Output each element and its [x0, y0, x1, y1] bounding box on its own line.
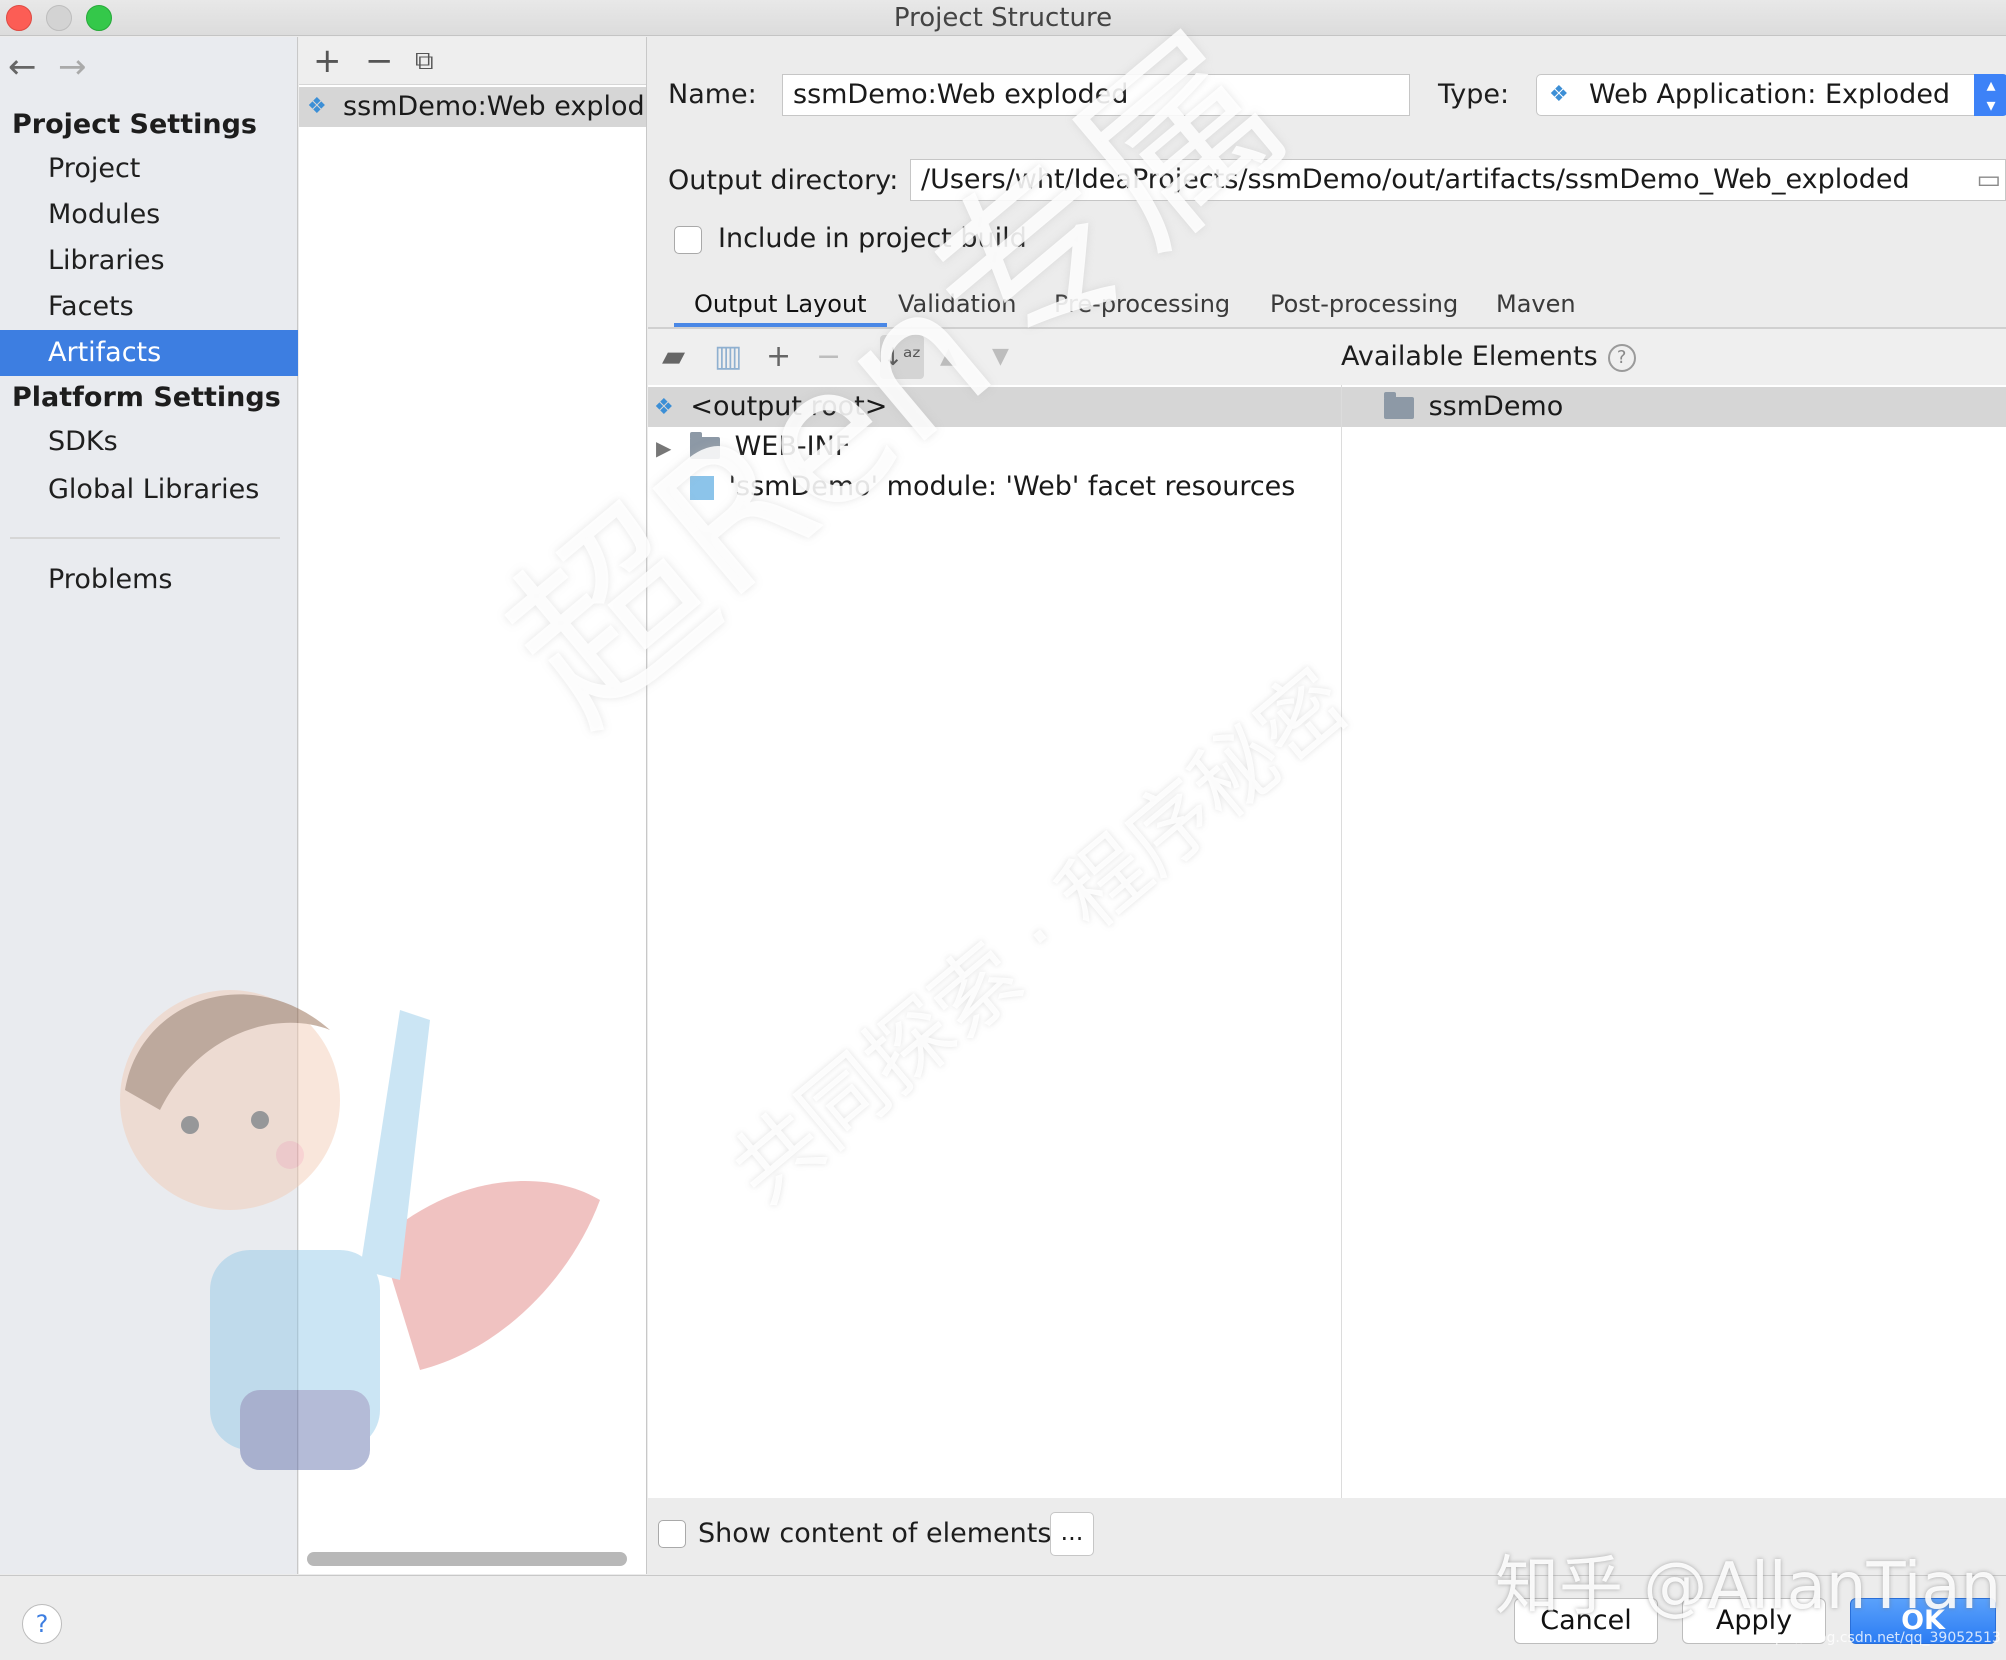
- artifact-list-panel: + − ⧉ ❖ ssmDemo:Web exploded: [299, 37, 647, 1574]
- settings-nav: ← → Project Settings Project Modules Lib…: [0, 37, 298, 1574]
- ok-button[interactable]: OK: [1850, 1598, 1996, 1644]
- nav-item-project[interactable]: Project: [0, 146, 298, 192]
- nav-item-artifacts[interactable]: Artifacts: [0, 330, 298, 376]
- tab-post-processing[interactable]: Post-processing: [1250, 281, 1478, 327]
- show-content-checkbox[interactable]: [658, 1520, 686, 1548]
- nav-item-problems[interactable]: Problems: [0, 557, 298, 603]
- project-settings-header: Project Settings: [12, 109, 257, 140]
- web-facet-icon: [690, 475, 714, 500]
- help-button[interactable]: ?: [22, 1604, 62, 1644]
- sort-alphabetically-icon[interactable]: ↓ᵃᶻ: [880, 335, 924, 379]
- show-content-options-button[interactable]: ...: [1050, 1512, 1094, 1556]
- horizontal-scrollbar[interactable]: [307, 1552, 627, 1566]
- folder-browse-icon[interactable]: ▭: [1976, 160, 2001, 200]
- nav-item-facets[interactable]: Facets: [0, 284, 298, 330]
- include-in-build-checkbox[interactable]: [674, 226, 702, 254]
- platform-settings-header: Platform Settings: [12, 382, 281, 413]
- nav-divider: [10, 537, 280, 539]
- nav-item-global-libraries[interactable]: Global Libraries: [0, 467, 298, 513]
- tree-row-facet-resources[interactable]: 'ssmDemo' module: 'Web' facet resources: [648, 467, 1341, 507]
- artifact-list-item[interactable]: ❖ ssmDemo:Web exploded: [299, 87, 646, 127]
- window-title: Project Structure: [893, 3, 1113, 33]
- output-directory-field[interactable]: /Users/wht/IdeaProjects/ssmDemo/out/arti…: [910, 159, 2006, 201]
- name-field[interactable]: ssmDemo:Web exploded: [782, 74, 1410, 116]
- layout-options-bar: Show content of elements ...: [648, 1498, 2006, 1574]
- artifact-list-item-label: ssmDemo:Web exploded: [343, 91, 646, 122]
- add-element-icon[interactable]: +: [766, 335, 791, 379]
- title-bar: Project Structure: [0, 0, 2006, 36]
- move-up-icon[interactable]: ▲: [940, 335, 957, 379]
- output-directory-value: /Users/wht/IdeaProjects/ssmDemo/out/arti…: [921, 164, 1910, 195]
- apply-button[interactable]: Apply: [1682, 1598, 1826, 1644]
- type-select-value: Web Application: Exploded: [1589, 79, 1951, 110]
- web-artifact-icon: ❖: [307, 94, 327, 119]
- arrow-right-icon[interactable]: →: [58, 47, 87, 87]
- dialog-footer: ? Cancel Apply OK: [0, 1575, 2006, 1660]
- artifact-editor: Name: ssmDemo:Web exploded Type: ❖ Web A…: [648, 37, 2006, 1574]
- tree-row-label: WEB-INF: [734, 431, 851, 462]
- output-directory-label: Output directory:: [668, 165, 899, 196]
- available-item-label: ssmDemo: [1428, 391, 1564, 422]
- folder-icon: [689, 431, 720, 459]
- nav-item-sdks[interactable]: SDKs: [0, 419, 298, 465]
- available-elements-header: Available Elements?: [1341, 329, 2006, 385]
- help-icon[interactable]: ?: [1607, 343, 1636, 372]
- new-directory-icon[interactable]: ▰: [662, 335, 685, 379]
- artifact-list-toolbar: + − ⧉: [299, 37, 646, 85]
- web-artifact-icon: ❖: [1549, 82, 1569, 107]
- show-content-label: Show content of elements: [698, 1518, 1052, 1549]
- type-label: Type:: [1438, 79, 1510, 110]
- tab-validation[interactable]: Validation: [878, 281, 1037, 327]
- name-label: Name:: [668, 79, 757, 110]
- chevron-updown-icon: ▴ ▾: [1974, 74, 2006, 116]
- archive-icon[interactable]: ▥: [714, 335, 742, 379]
- module-folder-icon: [1384, 391, 1414, 419]
- remove-element-icon[interactable]: −: [816, 335, 841, 379]
- layout-splitter[interactable]: [1341, 385, 1342, 1499]
- nav-item-modules[interactable]: Modules: [0, 192, 298, 238]
- tree-row-label: 'ssmDemo' module: 'Web' facet resources: [728, 471, 1296, 502]
- tree-row-label: <output root>: [690, 391, 888, 422]
- add-artifact-button[interactable]: +: [313, 41, 342, 81]
- tab-pre-processing[interactable]: Pre-processing: [1034, 281, 1250, 327]
- tab-maven[interactable]: Maven: [1476, 281, 1596, 327]
- arrow-left-icon[interactable]: ←: [8, 47, 37, 87]
- tab-output-layout[interactable]: Output Layout: [674, 281, 887, 327]
- expand-arrow-icon[interactable]: ▶: [656, 436, 671, 460]
- move-down-icon[interactable]: ▼: [992, 335, 1009, 379]
- copy-icon[interactable]: ⧉: [415, 41, 434, 81]
- type-select[interactable]: ❖ Web Application: Exploded ▴ ▾: [1536, 74, 2006, 116]
- remove-artifact-button[interactable]: −: [365, 41, 394, 81]
- artifact-diamond-icon: ❖: [654, 394, 674, 420]
- tree-row-output-root[interactable]: ❖ <output root>: [648, 387, 1341, 427]
- available-item-ssmdemo[interactable]: ssmDemo: [1342, 387, 2006, 427]
- include-in-build-label: Include in project build: [718, 223, 1027, 254]
- available-elements-label: Available Elements: [1341, 341, 1598, 372]
- available-elements-title: Available Elements?: [1341, 341, 1636, 372]
- output-layout-panel: ▰ ▥ + − ↓ᵃᶻ ▲ ▼ Available Elements? ❖ <o…: [648, 328, 2006, 1499]
- output-layout-toolbar: ▰ ▥ + − ↓ᵃᶻ ▲ ▼: [648, 329, 1341, 385]
- nav-item-libraries[interactable]: Libraries: [0, 238, 298, 284]
- cancel-button[interactable]: Cancel: [1514, 1598, 1658, 1644]
- tree-row-web-inf[interactable]: ▶ WEB-INF: [648, 427, 1341, 467]
